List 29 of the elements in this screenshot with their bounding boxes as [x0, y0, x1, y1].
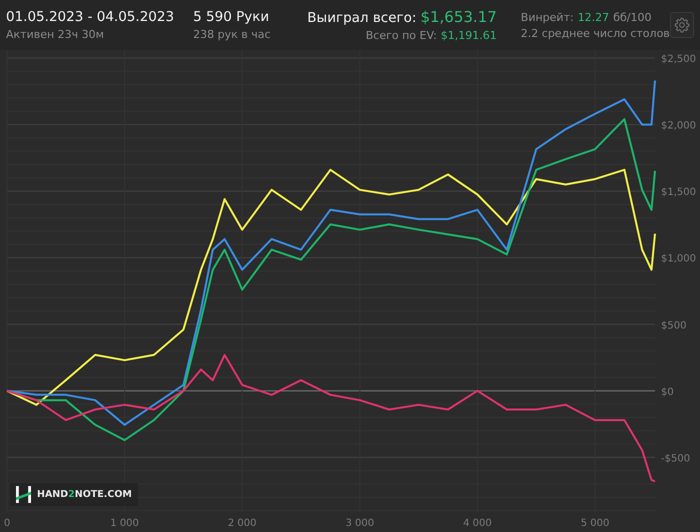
- x-axis-label: 3 000: [346, 518, 374, 529]
- x-axis-label: 0: [4, 518, 10, 529]
- settings-button[interactable]: [670, 12, 694, 38]
- hands-count: 5 590 Руки: [193, 9, 270, 25]
- logo-text: HAND2NOTE.COM: [37, 489, 132, 500]
- ev-label: Всего по EV:: [366, 29, 437, 42]
- logo-icon: [16, 486, 31, 503]
- x-axis-label: 1 000: [110, 518, 139, 529]
- settings-icon: [674, 17, 690, 33]
- x-axis-label: 2 000: [228, 518, 257, 529]
- date-range: 01.05.2023 - 04.05.2023: [6, 9, 176, 25]
- winrate-label: Винрейт:: [520, 10, 574, 24]
- winrate-value: 12.27: [578, 10, 610, 24]
- y-axis-label: -$500: [661, 453, 690, 464]
- y-axis-label: $500: [661, 320, 686, 332]
- y-axis-label: $1,500: [661, 187, 696, 198]
- y-axis-label: $1,000: [661, 254, 696, 265]
- y-axis-label: $2,000: [661, 120, 696, 132]
- winnings-label: Выиграл всего:: [307, 10, 416, 26]
- winrate-unit: бб/100: [613, 10, 652, 24]
- y-axis-label: $0: [661, 386, 674, 398]
- hands-rate: 238 рук в час: [193, 28, 272, 41]
- winnings-value: $1,653.17: [420, 8, 497, 26]
- tables-count: 2.2 среднее число столов: [520, 26, 670, 40]
- y-axis-label: $2,500: [661, 54, 696, 65]
- ev-value: $1,191.61: [440, 29, 497, 42]
- x-axis-label: 5 000: [580, 518, 610, 529]
- active-time: Активен 23ч 30м: [6, 28, 105, 41]
- x-axis-label: 4 000: [463, 518, 492, 529]
